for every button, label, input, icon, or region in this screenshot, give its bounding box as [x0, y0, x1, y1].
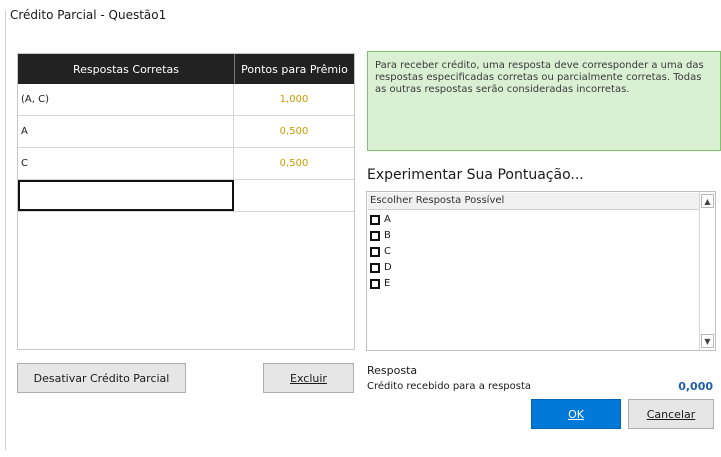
- grid-header: Respostas Corretas Pontos para Prêmio: [18, 54, 354, 84]
- option-label: C: [384, 246, 391, 257]
- option-label: D: [384, 262, 392, 273]
- option-c[interactable]: C: [367, 245, 715, 258]
- header-points[interactable]: Pontos para Prêmio: [235, 54, 354, 84]
- points-cell[interactable]: 0,500: [234, 148, 354, 179]
- checkbox[interactable]: [370, 230, 380, 241]
- cancel-label: Cancelar: [646, 407, 696, 421]
- possible-answers-list[interactable]: Escolher Resposta Possível A B C D E ▲ ▼: [366, 191, 716, 351]
- scroll-up-icon[interactable]: ▲: [701, 194, 714, 208]
- ok-button[interactable]: OK: [531, 399, 621, 429]
- new-row[interactable]: [18, 180, 354, 212]
- disable-partial-credit-button[interactable]: Desativar Crédito Parcial: [17, 363, 186, 393]
- checkbox[interactable]: [370, 214, 380, 225]
- checkbox[interactable]: [370, 246, 380, 257]
- header-correct-answers[interactable]: Respostas Corretas: [18, 54, 235, 84]
- window-edge: [5, 10, 6, 450]
- option-d[interactable]: D: [367, 261, 715, 274]
- answer-edit-cell[interactable]: [18, 180, 234, 211]
- option-b[interactable]: B: [367, 229, 715, 242]
- answer-cell[interactable]: C: [18, 148, 234, 179]
- delete-button[interactable]: Excluir: [263, 363, 354, 393]
- info-message: Para receber crédito, uma resposta deve …: [367, 51, 721, 151]
- table-row[interactable]: (A, C) 1,000: [18, 84, 354, 116]
- answer-cell[interactable]: A: [18, 116, 234, 147]
- option-label: B: [384, 230, 391, 241]
- option-a[interactable]: A: [367, 213, 715, 226]
- table-row[interactable]: C 0,500: [18, 148, 354, 180]
- table-row[interactable]: A 0,500: [18, 116, 354, 148]
- list-header: Escolher Resposta Possível: [368, 193, 699, 210]
- points-cell[interactable]: 1,000: [234, 84, 354, 115]
- scrollbar[interactable]: ▲ ▼: [699, 192, 715, 350]
- option-label: A: [384, 214, 391, 225]
- response-label: Resposta: [367, 364, 418, 377]
- credit-label: Crédito recebido para a resposta: [367, 381, 532, 392]
- option-e[interactable]: E: [367, 277, 715, 290]
- window-title: Crédito Parcial - Questão1: [10, 8, 167, 22]
- delete-label: Excluir: [290, 371, 327, 385]
- checkbox[interactable]: [370, 278, 380, 289]
- try-score-title: Experimentar Sua Pontuação...: [367, 167, 584, 183]
- cancel-button[interactable]: Cancelar: [628, 399, 714, 429]
- points-cell[interactable]: [234, 180, 354, 211]
- option-label: E: [384, 278, 391, 289]
- scroll-down-icon[interactable]: ▼: [701, 334, 714, 348]
- ok-label: OK: [568, 407, 584, 421]
- points-cell[interactable]: 0,500: [234, 116, 354, 147]
- answers-grid: Respostas Corretas Pontos para Prêmio (A…: [17, 53, 355, 350]
- checkbox[interactable]: [370, 262, 380, 273]
- credit-value: 0,000: [678, 380, 713, 393]
- answer-cell[interactable]: (A, C): [18, 84, 234, 115]
